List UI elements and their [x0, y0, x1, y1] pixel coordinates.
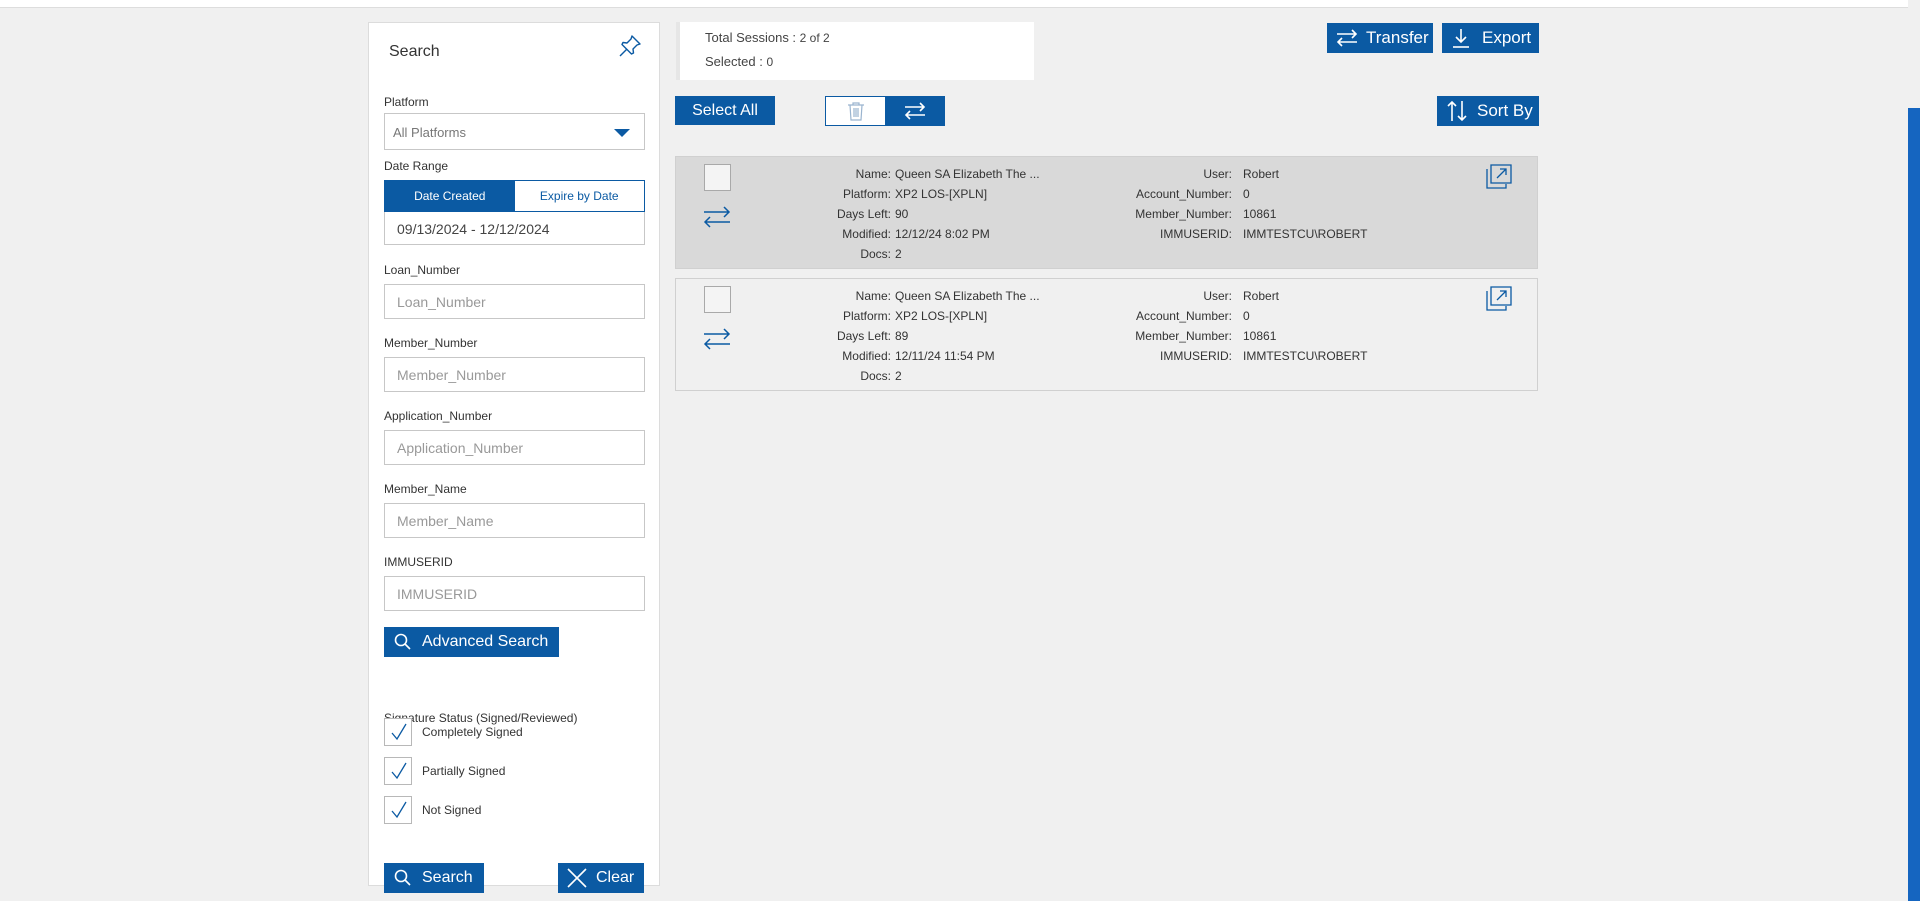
bulk-action-group — [825, 96, 945, 126]
checkbox-not-signed[interactable]: Not Signed — [384, 796, 481, 824]
date-range-label: Date Range — [384, 159, 449, 173]
session-modified: Modified: 12/11/24 11:54 PM — [842, 349, 995, 363]
open-in-new-icon[interactable] — [1486, 285, 1512, 316]
session-days-left: Days Left: 89 — [836, 329, 909, 343]
sort-by-label: Sort By — [1477, 101, 1533, 120]
checkbox-label: Completely Signed — [422, 725, 523, 739]
session-days-left: Days Left: 90 — [836, 207, 909, 221]
loan-number-label: Loan_Number — [384, 263, 461, 277]
session-user: User: Robert — [1203, 167, 1280, 181]
session-name: Name: Queen SA Elizabeth The ... — [855, 167, 1040, 181]
session-platform: Platform: XP2 LOS-[XPLN] — [842, 187, 988, 201]
close-icon — [567, 868, 587, 888]
session-docs: Docs: 2 — [860, 369, 902, 383]
export-button[interactable]: Export — [1442, 23, 1539, 53]
session-card[interactable]: Name: Queen SA Elizabeth The ... Platform… — [675, 278, 1538, 391]
search-panel: Search Platform All Platforms Date Range… — [368, 22, 660, 893]
trash-icon — [847, 102, 864, 121]
session-name: Name: Queen SA Elizabeth The ... — [855, 289, 1040, 303]
checkbox-label: Partially Signed — [422, 764, 506, 778]
selected-label: Selected : — [705, 54, 763, 69]
selected-count: Selected : 0 — [705, 54, 773, 69]
member-number-input[interactable] — [384, 357, 645, 392]
immuserid-input[interactable] — [384, 576, 645, 611]
search-icon — [394, 869, 411, 886]
search-panel-title: Search — [389, 43, 440, 60]
transfer-button[interactable]: Transfer — [1327, 23, 1433, 53]
date-range-value: 09/13/2024 - 12/12/2024 — [397, 221, 550, 237]
session-docs: Docs: 2 — [860, 247, 902, 261]
open-in-new-icon[interactable] — [1486, 163, 1512, 194]
checkbox-completely-signed[interactable]: Completely Signed — [384, 718, 523, 746]
session-immuserid: IMMUSERID: IMMTESTCU\ROBERT — [1160, 349, 1368, 363]
immuserid-label: IMMUSERID — [384, 555, 453, 569]
total-sessions: Total Sessions : 2 of 2 — [705, 30, 830, 45]
checkbox-label: Not Signed — [422, 803, 482, 817]
session-user: User: Robert — [1203, 289, 1280, 303]
application-number-label: Application_Number — [384, 409, 493, 423]
session-card[interactable]: Name: Queen SA Elizabeth The ... Platform… — [675, 156, 1538, 269]
chevron-down-icon — [614, 129, 630, 137]
search-icon — [394, 633, 411, 650]
checkmark-icon — [391, 723, 407, 741]
export-label: Export — [1482, 28, 1532, 47]
transfer-icon — [1336, 29, 1358, 47]
session-immuserid: IMMUSERID: IMMTESTCU\ROBERT — [1160, 227, 1368, 241]
checkbox-partially-signed[interactable]: Partially Signed — [384, 757, 505, 785]
member-name-label: Member_Name — [384, 482, 467, 496]
checkbox[interactable] — [384, 796, 412, 824]
advanced-search-label: Advanced Search — [422, 633, 549, 650]
checkbox[interactable] — [384, 718, 412, 746]
session-account-number: Account_Number: 0 — [1135, 187, 1250, 201]
right-scrollbar[interactable] — [1908, 108, 1920, 901]
session-member-number: Member_Number: 10861 — [1135, 207, 1277, 221]
member-name-input[interactable] — [384, 503, 645, 538]
session-platform: Platform: XP2 LOS-[XPLN] — [842, 309, 988, 323]
session-account-number: Account_Number: 0 — [1135, 309, 1250, 323]
platform-select-value: All Platforms — [393, 125, 466, 140]
tab-date-created[interactable]: Date Created — [385, 181, 515, 211]
application-number-input[interactable] — [384, 430, 645, 465]
session-summary: Total Sessions : 2 of 2 Selected : 0 — [676, 22, 1034, 80]
clear-button[interactable]: Clear — [558, 863, 644, 893]
total-sessions-value: 2 of 2 — [799, 31, 830, 45]
session-member-number: Member_Number: 10861 — [1135, 329, 1277, 343]
clear-button-label: Clear — [596, 869, 635, 886]
search-button[interactable]: Search — [384, 863, 484, 893]
transfer-label: Transfer — [1366, 28, 1429, 47]
transfer-icon — [904, 102, 925, 120]
search-button-label: Search — [422, 869, 473, 886]
delete-button[interactable] — [826, 97, 885, 125]
checkbox[interactable] — [384, 757, 412, 785]
sort-by-button[interactable]: Sort By — [1437, 96, 1539, 126]
tab-expire-by-date[interactable]: Expire by Date — [514, 181, 644, 211]
pin-icon[interactable] — [617, 33, 643, 59]
loan-number-input[interactable] — [384, 284, 645, 319]
download-icon — [1453, 29, 1469, 48]
platform-select[interactable]: All Platforms — [384, 113, 645, 150]
sort-icon — [1447, 100, 1467, 122]
top-bar — [0, 0, 1908, 8]
selected-value: 0 — [766, 55, 774, 69]
member-number-label: Member_Number — [384, 336, 478, 350]
select-all-button[interactable]: Select All — [675, 96, 775, 125]
date-range-toggle: Date Created Expire by Date — [384, 180, 645, 212]
checkmark-icon — [391, 801, 407, 819]
date-range-input[interactable]: 09/13/2024 - 12/12/2024 — [384, 212, 645, 245]
bulk-transfer-button[interactable] — [885, 97, 944, 125]
total-sessions-label: Total Sessions : — [705, 30, 797, 45]
session-modified: Modified: 12/12/24 8:02 PM — [842, 227, 990, 241]
advanced-search-button[interactable]: Advanced Search — [384, 627, 559, 657]
checkmark-icon — [391, 762, 407, 780]
platform-label: Platform — [384, 95, 429, 109]
